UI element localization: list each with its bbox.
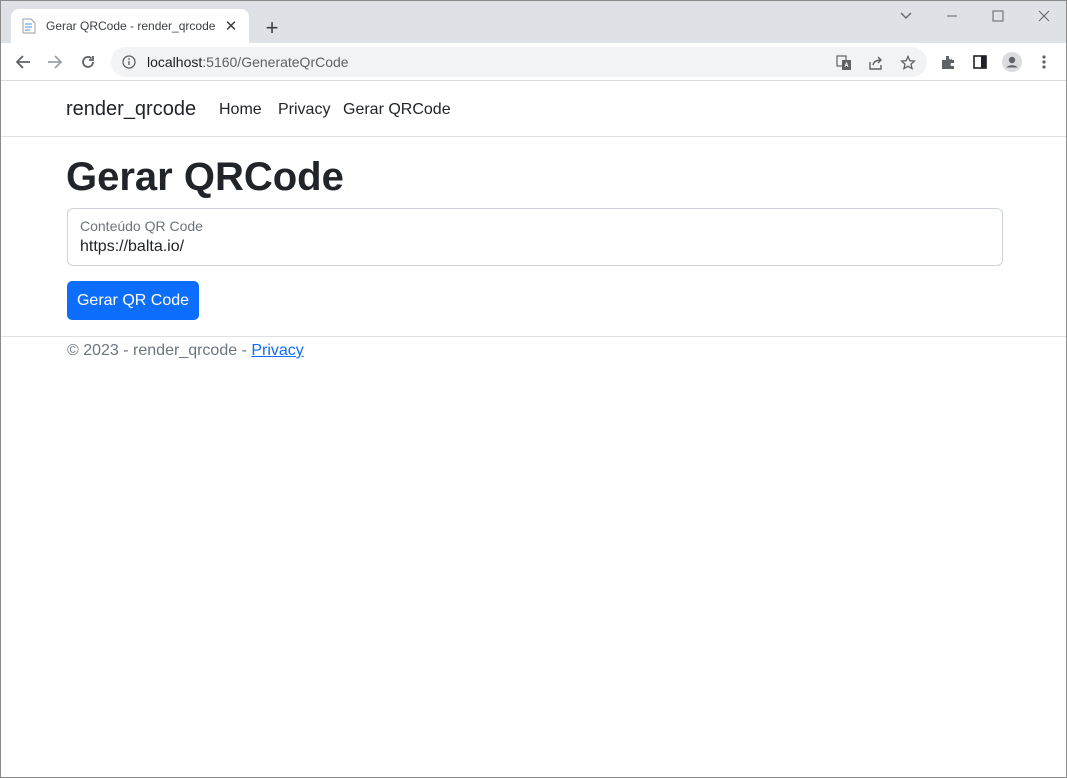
- back-icon[interactable]: [10, 49, 36, 75]
- copyright-text: © 2023 - render_qrcode -: [67, 342, 252, 359]
- share-icon[interactable]: [867, 54, 885, 72]
- site-brand[interactable]: render_qrcode: [66, 98, 196, 121]
- site-navbar: render_qrcode Home Privacy Gerar QRCode: [1, 81, 1066, 137]
- page-content: render_qrcode Home Privacy Gerar QRCode …: [1, 81, 1066, 777]
- maximize-icon[interactable]: [986, 5, 1010, 27]
- nav-link-home[interactable]: Home: [219, 101, 262, 119]
- extensions-icon[interactable]: [935, 49, 961, 75]
- address-bar[interactable]: localhost:5160/GenerateQrCode: [111, 47, 927, 77]
- translate-icon[interactable]: [835, 54, 853, 72]
- qr-content-input[interactable]: Conteúdo QR Code https://balta.io/: [67, 208, 1003, 266]
- reload-icon[interactable]: [75, 49, 101, 75]
- site-footer: © 2023 - render_qrcode - Privacy: [1, 336, 1066, 376]
- new-tab-button[interactable]: +: [259, 15, 285, 41]
- profile-avatar-icon[interactable]: [999, 49, 1025, 75]
- field-value[interactable]: https://balta.io/: [80, 238, 184, 256]
- footer-privacy-link[interactable]: Privacy: [251, 342, 303, 359]
- page-icon: [21, 18, 37, 34]
- footer-text: © 2023 - render_qrcode - Privacy: [67, 342, 304, 360]
- url-path: :5160/GenerateQrCode: [202, 54, 349, 70]
- close-window-icon[interactable]: [1032, 5, 1056, 27]
- menu-kebab-icon[interactable]: [1031, 49, 1057, 75]
- generate-qr-button[interactable]: Gerar QR Code: [67, 281, 199, 320]
- field-label: Conteúdo QR Code: [80, 218, 203, 234]
- site-info-icon[interactable]: [121, 54, 137, 70]
- page-title: Gerar QRCode: [66, 155, 344, 199]
- bookmark-star-icon[interactable]: [899, 54, 917, 72]
- forward-icon[interactable]: [42, 49, 68, 75]
- side-panel-icon[interactable]: [967, 49, 993, 75]
- tab-title: Gerar QRCode - render_qrcode: [46, 19, 216, 33]
- nav-link-gerar-qrcode[interactable]: Gerar QRCode: [343, 101, 451, 119]
- nav-link-privacy[interactable]: Privacy: [278, 101, 330, 119]
- browser-window: Gerar QRCode - render_qrcode ✕ + localho…: [0, 0, 1067, 778]
- tab-strip: Gerar QRCode - render_qrcode ✕ +: [1, 1, 1066, 43]
- minimize-icon[interactable]: [940, 5, 964, 27]
- url-host: localhost: [147, 54, 203, 70]
- browser-tab[interactable]: Gerar QRCode - render_qrcode ✕: [11, 9, 249, 43]
- close-tab-icon[interactable]: ✕: [223, 18, 239, 35]
- browser-toolbar: localhost:5160/GenerateQrCode: [1, 43, 1066, 81]
- tab-search-icon[interactable]: [894, 5, 918, 27]
